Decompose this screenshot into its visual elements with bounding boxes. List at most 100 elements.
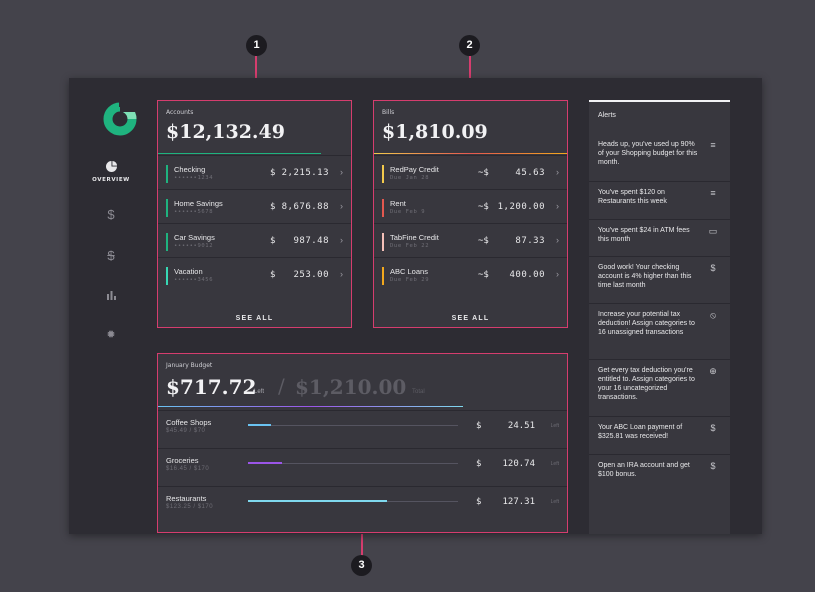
nav-settings[interactable]: ✹ bbox=[69, 326, 153, 341]
account-color-bar bbox=[166, 199, 168, 217]
bills-card: Bills $1,810.09 RedPay Credit Due Jan 28… bbox=[373, 100, 568, 328]
chevron-right-icon: › bbox=[556, 167, 559, 177]
accounts-see-all-button[interactable]: SEE ALL bbox=[158, 315, 351, 322]
bills-see-all-button[interactable]: SEE ALL bbox=[374, 315, 567, 322]
accounts-label: Accounts bbox=[166, 109, 194, 116]
budget-progress-track bbox=[248, 500, 458, 502]
nav-overview[interactable]: OVERVIEW bbox=[69, 160, 153, 183]
chevron-right-icon: › bbox=[340, 235, 343, 245]
account-amount: 987.48 bbox=[293, 236, 329, 246]
account-currency: $ bbox=[270, 236, 276, 246]
pie-chart-icon: ⊕ bbox=[709, 366, 717, 376]
sort-icon: ≡ bbox=[710, 188, 716, 198]
alerts-title: Alerts bbox=[598, 112, 616, 119]
sort-icon: ≡ bbox=[710, 140, 716, 150]
account-amount: 8,676.88 bbox=[281, 202, 329, 212]
accounts-total: $12,132.49 bbox=[166, 121, 285, 143]
account-row[interactable]: Car Savings ••••••9012 $ 987.48 › bbox=[158, 223, 351, 256]
bill-currency: ~$ bbox=[478, 202, 489, 212]
account-row[interactable]: Home Savings ••••••5678 $ 8,676.88 › bbox=[158, 189, 351, 222]
alert-item[interactable]: Open an IRA account and get $100 bonus. … bbox=[589, 454, 730, 492]
alert-item[interactable]: You've spent $120 on Restaurants this we… bbox=[589, 181, 730, 219]
budget-left-amount: $717.72 bbox=[166, 375, 257, 399]
bill-row[interactable]: ABC Loans Due Feb 29 ~$ 400.00 › bbox=[374, 257, 567, 290]
budget-total-amount: $1,210.00 bbox=[295, 375, 407, 399]
bill-color-bar bbox=[382, 267, 384, 285]
account-amount: 2,215.13 bbox=[281, 168, 329, 178]
account-row[interactable]: Checking ••••••1234 $ 2,215.13 › bbox=[158, 155, 351, 188]
budget-progress-fill bbox=[248, 424, 272, 426]
budget-left-tag: Left bbox=[550, 499, 559, 505]
account-name: Checking bbox=[174, 165, 206, 174]
budget-label: January Budget bbox=[166, 362, 213, 369]
card-icon: ▭ bbox=[708, 226, 718, 236]
alert-item[interactable]: Get every tax deduction you're entitled … bbox=[589, 359, 730, 416]
account-color-bar bbox=[166, 165, 168, 183]
account-row[interactable]: Vacation ••••••3456 $ 253.00 › bbox=[158, 257, 351, 290]
bill-name: ABC Loans bbox=[390, 267, 428, 276]
bill-row[interactable]: RedPay Credit Due Jan 28 ~$ 45.63 › bbox=[374, 155, 567, 188]
budget-currency: $ bbox=[476, 497, 482, 507]
alert-text: Get every tax deduction you're entitled … bbox=[598, 367, 695, 401]
dollar-icon: $ bbox=[107, 207, 115, 222]
account-name: Vacation bbox=[174, 267, 203, 276]
budget-remaining-amount: 120.74 bbox=[502, 459, 535, 469]
alert-item[interactable]: You've spent $24 in ATM fees this month … bbox=[589, 219, 730, 256]
nav-reports[interactable] bbox=[69, 288, 153, 303]
callout-marker-2: 2 bbox=[459, 35, 480, 56]
bill-amount: 45.63 bbox=[515, 168, 545, 178]
chevron-right-icon: › bbox=[340, 167, 343, 177]
bill-row[interactable]: Rent Due Feb 9 ~$ 1,200.00 › bbox=[374, 189, 567, 222]
budget-remaining-amount: 24.51 bbox=[507, 421, 535, 431]
alert-item[interactable]: Increase your potential tax deduction! A… bbox=[589, 303, 730, 359]
account-number: ••••••9012 bbox=[174, 243, 214, 249]
bill-due-date: Due Feb 22 bbox=[390, 243, 430, 249]
nav-transfer[interactable]: $ bbox=[69, 248, 153, 263]
alert-text: Your ABC Loan payment of $325.81 was rec… bbox=[598, 424, 683, 440]
bill-row[interactable]: TabFine Credit Due Feb 22 ~$ 87.33 › bbox=[374, 223, 567, 256]
budget-category-spent: $45.49 / $70 bbox=[166, 428, 206, 434]
accounts-card: Accounts $12,132.49 Checking ••••••1234 … bbox=[157, 100, 352, 328]
account-color-bar bbox=[166, 267, 168, 285]
budget-progress-track bbox=[248, 424, 458, 426]
budget-progress-fill bbox=[248, 500, 387, 502]
chevron-right-icon: › bbox=[340, 269, 343, 279]
bill-due-date: Due Jan 28 bbox=[390, 175, 430, 181]
bar-chart-icon bbox=[106, 291, 116, 300]
pie-chart-icon bbox=[105, 161, 117, 172]
bill-color-bar bbox=[382, 233, 384, 251]
sidebar: OVERVIEW $ $ ✹ bbox=[69, 78, 153, 534]
alert-item[interactable]: Heads up, you've used up 90% of your Sho… bbox=[589, 134, 730, 181]
app-window: OVERVIEW $ $ ✹ Accounts $12,132.49 Check… bbox=[69, 78, 762, 534]
bills-divider bbox=[374, 153, 567, 154]
alert-text: Heads up, you've used up 90% of your Sho… bbox=[598, 141, 698, 166]
bill-currency: ~$ bbox=[478, 270, 489, 280]
budget-category-name: Groceries bbox=[166, 456, 199, 465]
budget-category-name: Coffee Shops bbox=[166, 418, 212, 427]
alert-item[interactable]: Good work! Your checking account is 4% h… bbox=[589, 256, 730, 303]
app-logo bbox=[103, 102, 137, 136]
budget-row[interactable]: Coffee Shops $45.49 / $70 $ 24.51 Left bbox=[158, 410, 567, 448]
account-currency: $ bbox=[270, 202, 276, 212]
alert-item[interactable]: Your ABC Loan payment of $325.81 was rec… bbox=[589, 416, 730, 454]
nav-overview-label: OVERVIEW bbox=[92, 177, 130, 183]
bills-label: Bills bbox=[382, 109, 395, 116]
dollar-icon: $ bbox=[710, 461, 716, 471]
alert-text: You've spent $24 in ATM fees this month bbox=[598, 227, 690, 243]
nav-dollar[interactable]: $ bbox=[69, 207, 153, 222]
chevron-right-icon: › bbox=[556, 235, 559, 245]
accounts-divider bbox=[158, 153, 321, 154]
bill-amount: 400.00 bbox=[509, 270, 545, 280]
bills-total: $1,810.09 bbox=[382, 121, 488, 143]
account-number: ••••••3456 bbox=[174, 277, 214, 283]
dollar-icon: $ bbox=[710, 263, 716, 273]
alert-text: You've spent $120 on Restaurants this we… bbox=[598, 189, 667, 205]
bill-color-bar bbox=[382, 165, 384, 183]
budget-row[interactable]: Restaurants $123.25 / $170 $ 127.31 Left bbox=[158, 486, 567, 524]
chevron-right-icon: › bbox=[340, 201, 343, 211]
bill-color-bar bbox=[382, 199, 384, 217]
bill-currency: ~$ bbox=[478, 168, 489, 178]
budget-row[interactable]: Groceries $16.45 / $170 $ 120.74 Left bbox=[158, 448, 567, 486]
budget-left-tag: Left bbox=[550, 423, 559, 429]
bill-name: TabFine Credit bbox=[390, 233, 439, 242]
